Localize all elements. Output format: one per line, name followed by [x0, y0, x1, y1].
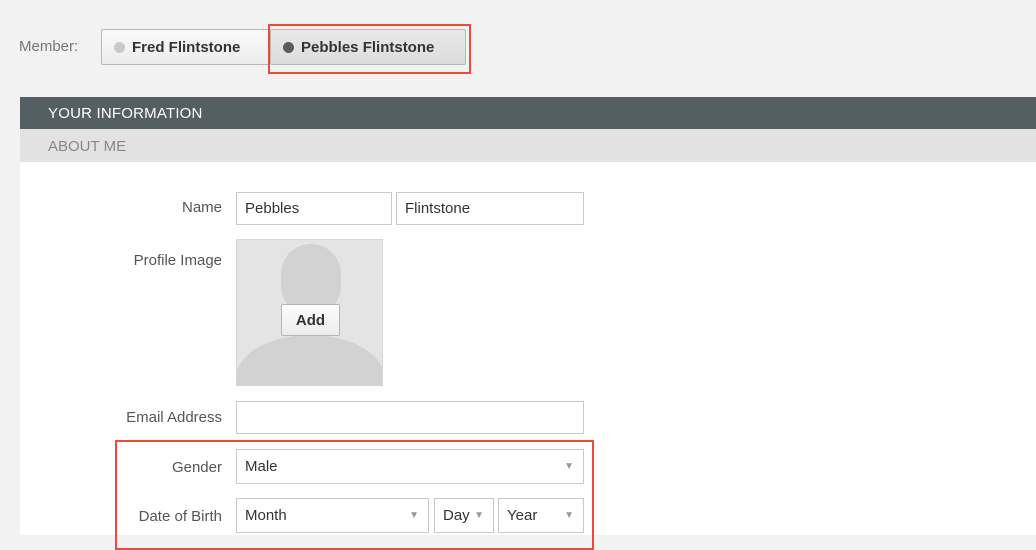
gender-label: Gender — [171, 459, 222, 476]
member-button-pebbles[interactable]: Pebbles Flintstone — [270, 29, 466, 65]
profile-image-label: Profile Image — [133, 252, 222, 269]
day-select[interactable]: Day ▼ — [434, 498, 494, 533]
email-input[interactable] — [236, 401, 584, 434]
radio-dot-icon — [114, 41, 125, 53]
gender-select-value: Male — [245, 458, 278, 475]
chevron-down-icon: ▼ — [409, 510, 419, 521]
chevron-down-icon: ▼ — [564, 461, 574, 472]
profile-image-placeholder: Add — [236, 239, 383, 386]
add-image-button[interactable]: Add — [281, 304, 340, 336]
member-label: Member: — [19, 38, 79, 55]
last-name-input[interactable] — [396, 192, 584, 225]
section-subtitle: ABOUT ME — [20, 129, 1036, 162]
name-label: Name — [181, 199, 222, 216]
member-bar: Member: Fred Flintstone Pebbles Flintsto… — [0, 0, 1036, 96]
date-of-birth-label: Date of Birth — [138, 508, 222, 525]
radio-dot-icon — [283, 41, 294, 53]
year-select-value: Year — [507, 507, 538, 524]
first-name-input[interactable] — [236, 192, 392, 225]
member-button-fred[interactable]: Fred Flintstone — [101, 29, 269, 65]
month-select[interactable]: Month ▼ — [236, 498, 429, 533]
day-select-value: Day — [443, 507, 470, 524]
chevron-down-icon: ▼ — [474, 510, 484, 521]
year-select[interactable]: Year ▼ — [498, 498, 584, 533]
section-title: YOUR INFORMATION — [20, 97, 1036, 129]
member-button-label: Fred Flintstone — [132, 38, 241, 56]
month-select-value: Month — [245, 507, 287, 524]
gender-select[interactable]: Male ▼ — [236, 449, 584, 484]
member-button-label: Pebbles Flintstone — [301, 38, 435, 56]
email-label: Email Address — [126, 409, 222, 426]
chevron-down-icon: ▼ — [564, 510, 574, 521]
